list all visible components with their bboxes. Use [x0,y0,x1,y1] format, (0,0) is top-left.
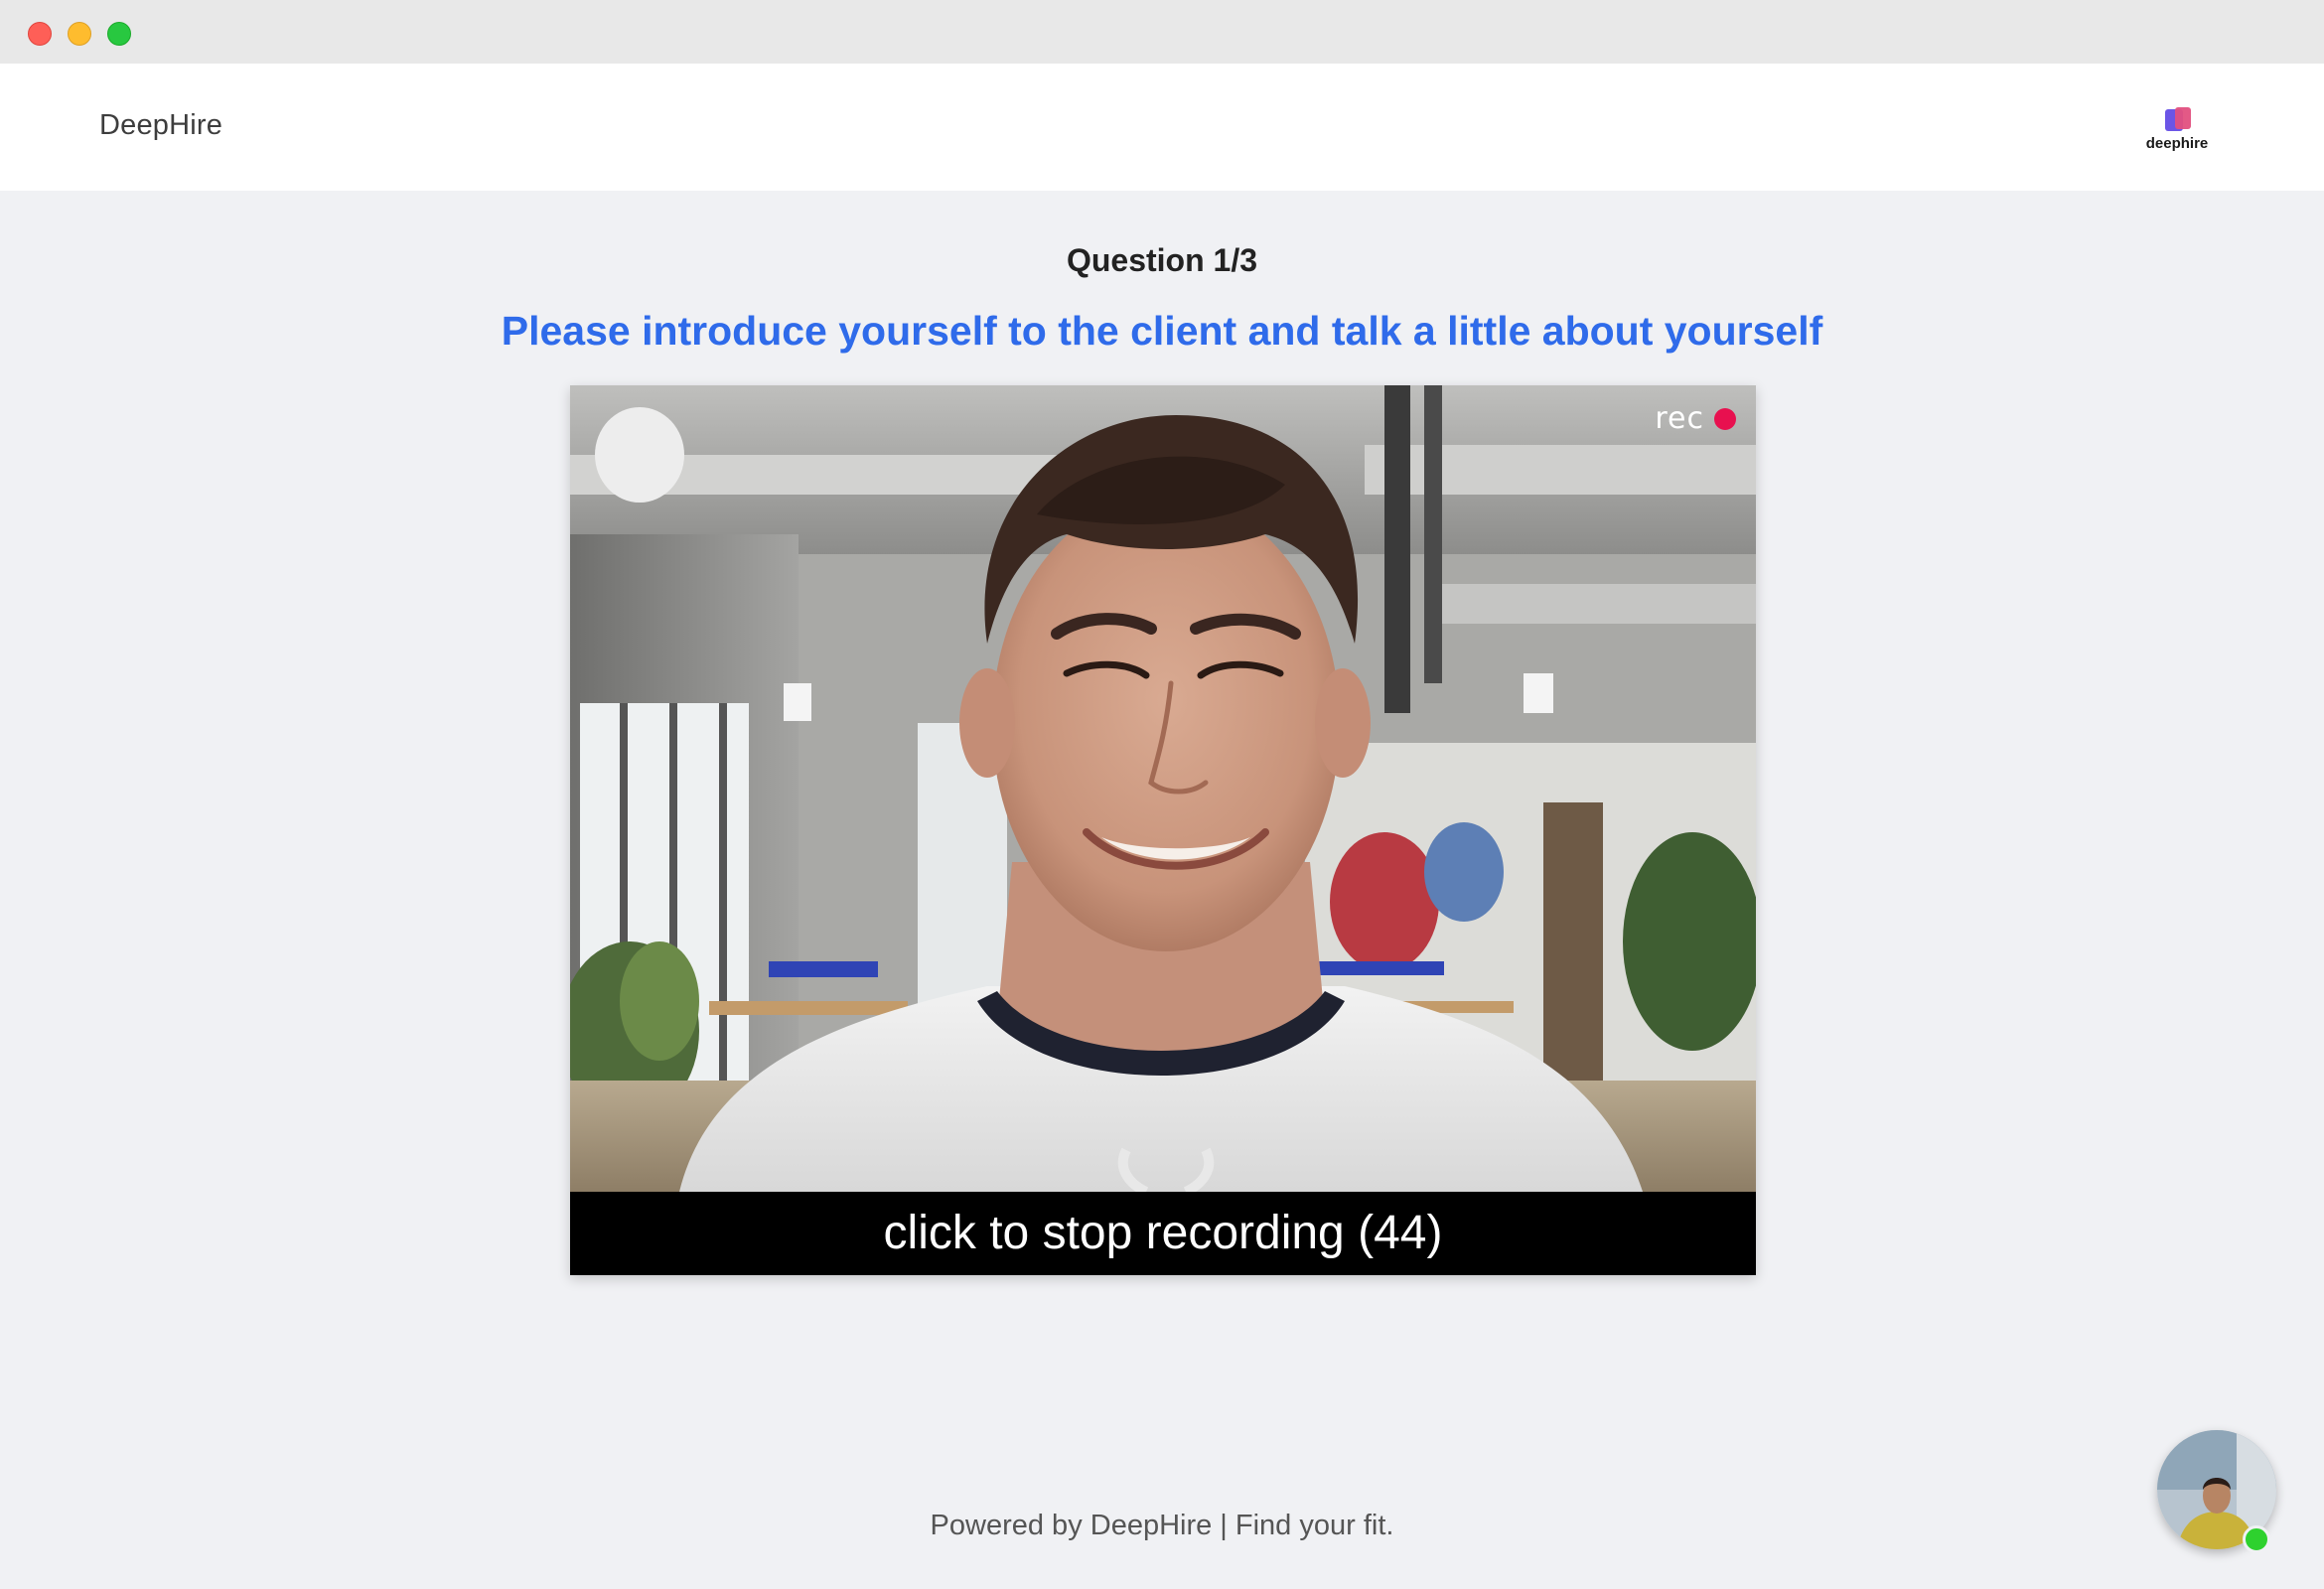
logo-icon [2161,103,2193,133]
brand-link[interactable]: DeepHire [99,109,222,142]
deephire-logo[interactable]: deephire [2137,103,2217,159]
minimize-window-button[interactable] [68,22,91,46]
online-status-icon [2243,1525,2270,1553]
recording-indicator: rec [1655,401,1736,436]
stop-recording-button[interactable]: click to stop recording (44) [570,1192,1756,1275]
question-prompt: Please introduce yourself to the client … [501,308,1823,354]
recording-dot-icon [1714,407,1736,430]
camera-preview: rec click to stop recording (44) [570,385,1756,1275]
window-titlebar [0,0,2324,65]
close-window-button[interactable] [28,22,52,46]
maximize-window-button[interactable] [107,22,131,46]
webcam-feed [570,385,1756,1192]
footer-text: Powered by DeepHire | Find your fit. [930,1510,1394,1541]
logo-text: deephire [2145,135,2209,152]
question-counter: Question 1/3 [1066,242,1258,278]
app-window: DeepHire deephire Question 1/3 Please in… [0,0,2324,1589]
rec-label: rec [1655,401,1704,436]
site-header: DeepHire deephire [0,64,2324,191]
